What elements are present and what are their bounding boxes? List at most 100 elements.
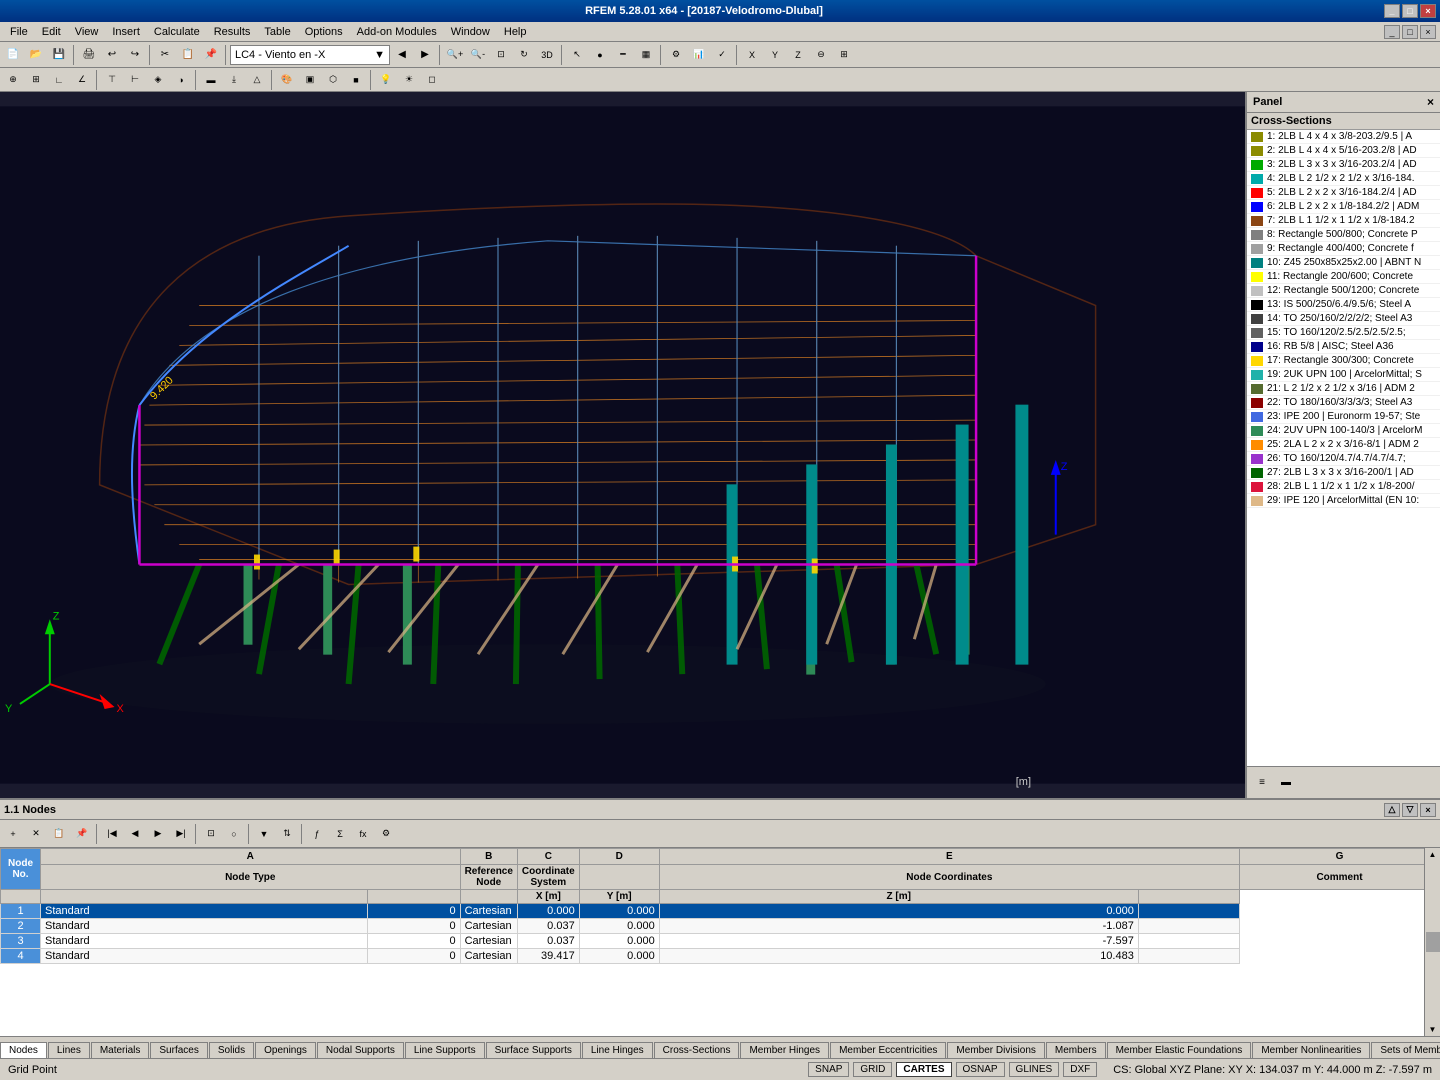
tb2-bg[interactable]: ◻ — [421, 69, 443, 91]
cs-item-2[interactable]: 3: 2LB L 3 x 3 x 3/16-203.2/4 | AD — [1247, 158, 1440, 172]
close-button[interactable]: × — [1420, 4, 1436, 18]
cs-item-4[interactable]: 5: 2LB L 2 x 2 x 3/16-184.2/4 | AD — [1247, 186, 1440, 200]
tab-solids[interactable]: Solids — [209, 1042, 254, 1058]
maximize-button[interactable]: □ — [1402, 4, 1418, 18]
scroll-down-btn[interactable]: ▼ — [1425, 1023, 1440, 1036]
cs-item-8[interactable]: 9: Rectangle 400/400; Concrete f — [1247, 242, 1440, 256]
ttb-formula2[interactable]: Σ — [329, 823, 351, 845]
table-up-btn[interactable]: △ — [1384, 803, 1400, 817]
tb-zoom-out[interactable]: 🔍- — [467, 44, 489, 66]
tb-3d[interactable]: 3D — [536, 44, 558, 66]
ttb-prev[interactable]: ◀ — [124, 823, 146, 845]
tab-member-elastic-foundations[interactable]: Member Elastic Foundations — [1107, 1042, 1252, 1058]
cs-item-23[interactable]: 26: TO 160/120/4.7/4.7/4.7/4.7; — [1247, 452, 1440, 466]
viewport-3d[interactable]: 9.420 Z Z X Y [m] — [0, 92, 1245, 798]
tab-openings[interactable]: Openings — [255, 1042, 316, 1058]
tb-z-axis[interactable]: Z — [787, 44, 809, 66]
status-cartes[interactable]: CARTES — [896, 1062, 951, 1077]
tab-line-supports[interactable]: Line Supports — [405, 1042, 485, 1058]
cs-item-17[interactable]: 19: 2UK UPN 100 | ArcelorMittal; S — [1247, 368, 1440, 382]
ttb-copy[interactable]: 📋 — [48, 823, 70, 845]
window-controls[interactable]: _ □ × — [1384, 4, 1436, 18]
table-row[interactable]: 4 Standard 0 Cartesian 39.417 0.000 10.4… — [1, 949, 1440, 964]
tb2-member[interactable]: ▬ — [200, 69, 222, 91]
ttb-last[interactable]: ▶| — [170, 823, 192, 845]
tb2-load[interactable]: ⤓ — [223, 69, 245, 91]
tb-copy[interactable]: 📋 — [177, 44, 199, 66]
tb-undo[interactable]: ↩ — [101, 44, 123, 66]
cs-item-9[interactable]: 10: Z45 250x85x25x2.00 | ABNT N — [1247, 256, 1440, 270]
tab-member-hinges[interactable]: Member Hinges — [740, 1042, 829, 1058]
tb-cut[interactable]: ✂ — [154, 44, 176, 66]
ttb-first[interactable]: |◀ — [101, 823, 123, 845]
menu-options[interactable]: Options — [299, 24, 349, 40]
status-dxf[interactable]: DXF — [1063, 1062, 1097, 1077]
tb-save[interactable]: 💾 — [48, 44, 70, 66]
tb2-wire[interactable]: ⬡ — [322, 69, 344, 91]
panel-close-button[interactable]: × — [1427, 95, 1434, 109]
app-close[interactable]: × — [1420, 25, 1436, 39]
tb2-grid[interactable]: ⊞ — [25, 69, 47, 91]
tb2-light[interactable]: 💡 — [375, 69, 397, 91]
tb-results[interactable]: 📊 — [688, 44, 710, 66]
cs-item-12[interactable]: 13: IS 500/250/6.4/9.5/6; Steel A — [1247, 298, 1440, 312]
tab-cross-sections[interactable]: Cross-Sections — [654, 1042, 740, 1058]
menu-help[interactable]: Help — [498, 24, 533, 40]
ttb-sort[interactable]: ⇅ — [276, 823, 298, 845]
tab-line-hinges[interactable]: Line Hinges — [582, 1042, 653, 1058]
menu-results[interactable]: Results — [208, 24, 257, 40]
tb-rotate[interactable]: ↻ — [513, 44, 535, 66]
tb-open[interactable]: 📂 — [25, 44, 47, 66]
app-minimize[interactable]: _ — [1384, 25, 1400, 39]
ttb-deselect[interactable]: ○ — [223, 823, 245, 845]
tab-sets-of-members[interactable]: Sets of Members — [1371, 1042, 1440, 1058]
tab-surfaces[interactable]: Surfaces — [150, 1042, 207, 1058]
status-osnap[interactable]: OSNAP — [956, 1062, 1005, 1077]
ttb-select-all[interactable]: ⊡ — [200, 823, 222, 845]
tb2-view-front[interactable]: ⊢ — [124, 69, 146, 91]
menu-addons[interactable]: Add-on Modules — [351, 24, 443, 40]
tb2-snap[interactable]: ⊕ — [2, 69, 24, 91]
scroll-thumb[interactable] — [1426, 932, 1440, 952]
cs-item-26[interactable]: 29: IPE 120 | ArcelorMittal (EN 10: — [1247, 494, 1440, 508]
table-close-btn[interactable]: × — [1420, 803, 1436, 817]
cs-item-19[interactable]: 22: TO 180/160/3/3/3/3; Steel A3 — [1247, 396, 1440, 410]
tb2-view-iso[interactable]: ◈ — [147, 69, 169, 91]
ttb-add[interactable]: + — [2, 823, 24, 845]
minimize-button[interactable]: _ — [1384, 4, 1400, 18]
ttb-formula3[interactable]: fx — [352, 823, 374, 845]
tb-y-axis[interactable]: Y — [764, 44, 786, 66]
tb-section[interactable]: ⊖ — [810, 44, 832, 66]
cs-item-13[interactable]: 14: TO 250/160/2/2/2/2; Steel A3 — [1247, 312, 1440, 326]
ttb-calc[interactable]: ⚙ — [375, 823, 397, 845]
cs-item-3[interactable]: 4: 2LB L 2 1/2 x 2 1/2 x 3/16-184. — [1247, 172, 1440, 186]
cs-item-6[interactable]: 7: 2LB L 1 1/2 x 1 1/2 x 1/8-184.2 — [1247, 214, 1440, 228]
tb2-color[interactable]: 🎨 — [276, 69, 298, 91]
cs-item-0[interactable]: 1: 2LB L 4 x 4 x 3/8-203.2/9.5 | A — [1247, 130, 1440, 144]
tab-members[interactable]: Members — [1046, 1042, 1106, 1058]
tab-nodal-supports[interactable]: Nodal Supports — [317, 1042, 404, 1058]
tb-prev[interactable]: ◀ — [391, 44, 413, 66]
cs-item-20[interactable]: 23: IPE 200 | Euronorm 19-57; Ste — [1247, 410, 1440, 424]
tb-x-axis[interactable]: X — [741, 44, 763, 66]
cs-item-16[interactable]: 17: Rectangle 300/300; Concrete — [1247, 354, 1440, 368]
tb2-ortho[interactable]: ∟ — [48, 69, 70, 91]
cs-item-22[interactable]: 25: 2LA L 2 x 2 x 3/16-8/1 | ADM 2 — [1247, 438, 1440, 452]
tb-zoom-in[interactable]: 🔍+ — [444, 44, 466, 66]
menu-calculate[interactable]: Calculate — [148, 24, 206, 40]
table-row[interactable]: 3 Standard 0 Cartesian 0.037 0.000 -7.59… — [1, 934, 1440, 949]
tb2-support[interactable]: △ — [246, 69, 268, 91]
menu-window[interactable]: Window — [445, 24, 496, 40]
tb-select[interactable]: ↖ — [566, 44, 588, 66]
tab-materials[interactable]: Materials — [91, 1042, 150, 1058]
vertical-scrollbar[interactable]: ▲ ▼ — [1424, 848, 1440, 1036]
cs-item-1[interactable]: 2: 2LB L 4 x 4 x 5/16-203.2/8 | AD — [1247, 144, 1440, 158]
cs-item-7[interactable]: 8: Rectangle 500/800; Concrete P — [1247, 228, 1440, 242]
tb-next[interactable]: ▶ — [414, 44, 436, 66]
ttb-delete[interactable]: ✕ — [25, 823, 47, 845]
panel-table-icon[interactable]: ≡ — [1251, 772, 1273, 794]
status-grid[interactable]: GRID — [853, 1062, 892, 1077]
cs-item-21[interactable]: 24: 2UV UPN 100-140/3 | ArcelorM — [1247, 424, 1440, 438]
tab-member-divisions[interactable]: Member Divisions — [947, 1042, 1044, 1058]
tb-line[interactable]: ━ — [612, 44, 634, 66]
